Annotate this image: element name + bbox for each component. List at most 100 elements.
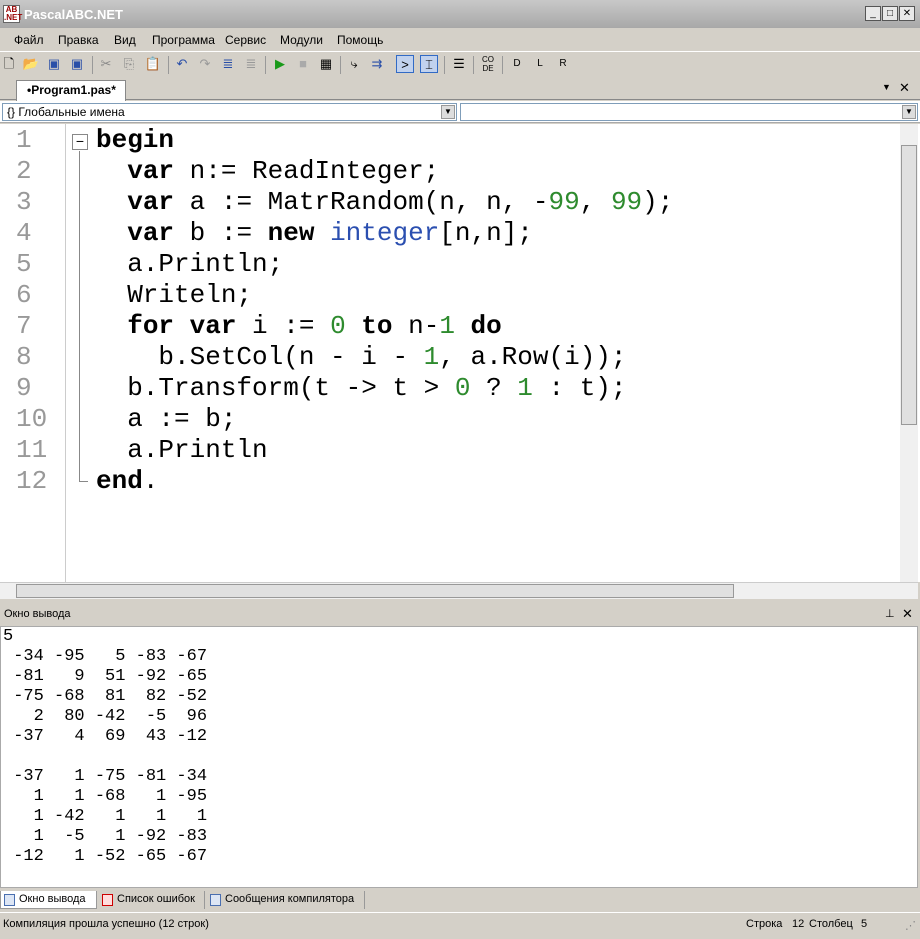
code-line[interactable]: var b := new integer[n,n]; bbox=[96, 218, 533, 248]
output-text[interactable]: 5 -34 -95 5 -83 -67 -81 9 51 -92 -65 -75… bbox=[0, 626, 918, 888]
line-number: 4 bbox=[16, 218, 32, 248]
menu-file[interactable]: Файл bbox=[14, 33, 44, 47]
tab-errors[interactable]: Список ошибок bbox=[99, 891, 205, 909]
vertical-scroll-thumb[interactable] bbox=[901, 145, 917, 425]
open-icon[interactable]: 📂 bbox=[22, 55, 40, 73]
code-line[interactable]: a := b; bbox=[96, 404, 236, 434]
code-line[interactable]: end. bbox=[96, 466, 158, 496]
code-token: . bbox=[142, 466, 159, 496]
resize-grip-icon[interactable]: ⋰ bbox=[905, 919, 916, 932]
compile-icon[interactable]: ▦ bbox=[317, 55, 335, 73]
output-panel-header: Окно вывода ⊥ ✕ bbox=[0, 605, 920, 625]
scope-select[interactable]: {} Глобальные имена ▼ bbox=[2, 103, 457, 121]
save-icon[interactable]: ▣ bbox=[45, 55, 63, 73]
code-token: n:= ReadInteger; bbox=[174, 156, 440, 186]
line-number: 8 bbox=[16, 342, 32, 372]
step-over-icon[interactable]: ⇉ bbox=[368, 55, 386, 73]
cut-icon[interactable]: ✂ bbox=[97, 55, 115, 73]
format-icon[interactable]: ≣ bbox=[219, 55, 237, 73]
chevron-down-icon[interactable]: ▼ bbox=[441, 105, 455, 119]
code-token: do bbox=[470, 311, 502, 341]
code-token: new bbox=[267, 218, 315, 248]
code-token: ? bbox=[470, 373, 518, 403]
menu-modules[interactable]: Модули bbox=[280, 33, 323, 47]
menu-view[interactable]: Вид bbox=[114, 33, 136, 47]
menu-edit[interactable]: Правка bbox=[58, 33, 99, 47]
code-token: 99 bbox=[548, 187, 580, 217]
code-token: begin bbox=[96, 125, 175, 155]
line-number: 6 bbox=[16, 280, 32, 310]
step-into-icon[interactable]: ⤷ bbox=[345, 55, 363, 73]
console-output-icon[interactable]: > bbox=[396, 55, 414, 73]
menu-program[interactable]: Программа bbox=[152, 33, 215, 47]
chevron-down-icon[interactable]: ▼ bbox=[902, 105, 916, 119]
status-message: Компиляция прошла успешно (12 строк) bbox=[3, 918, 209, 930]
tab-program1[interactable]: •Program1.pas* bbox=[16, 80, 126, 101]
redo-icon[interactable]: ↷ bbox=[196, 55, 214, 73]
code-line[interactable]: a.Println; bbox=[96, 249, 283, 279]
code-token: 1 bbox=[423, 342, 440, 372]
code-line[interactable]: var a := MatrRandom(n, n, -99, 99); bbox=[96, 187, 673, 217]
code-token: a := MatrRandom(n, n, - bbox=[174, 187, 549, 217]
line-number: 2 bbox=[16, 156, 32, 186]
stop-icon[interactable]: ■ bbox=[294, 55, 312, 73]
debug-d-icon[interactable]: D bbox=[508, 55, 526, 73]
menu-service[interactable]: Сервис bbox=[225, 33, 266, 47]
fold-line bbox=[79, 151, 80, 481]
code-line[interactable]: var n:= ReadInteger; bbox=[96, 156, 439, 186]
tab-output-label: Окно вывода bbox=[19, 893, 86, 905]
output-window-icon[interactable]: ⌶ bbox=[420, 55, 438, 73]
code-token: for bbox=[127, 311, 175, 341]
code-token: var bbox=[127, 218, 175, 248]
close-tab-icon[interactable]: ✕ bbox=[899, 80, 910, 96]
line-number: 11 bbox=[16, 435, 48, 465]
debug-r-icon[interactable]: R bbox=[554, 55, 572, 73]
code-line[interactable]: Writeln; bbox=[96, 280, 252, 310]
format2-icon[interactable]: ≣ bbox=[242, 55, 260, 73]
window-title: PascalABC.NET bbox=[24, 7, 123, 22]
code-line[interactable]: a.Println bbox=[96, 435, 267, 465]
fold-end bbox=[79, 481, 88, 482]
debug-l-icon[interactable]: L bbox=[531, 55, 549, 73]
row-value: 12 bbox=[792, 918, 805, 930]
horizontal-scroll-thumb[interactable] bbox=[16, 584, 734, 598]
save-all-icon[interactable]: ▣ bbox=[68, 55, 86, 73]
toolbar: 🗋 📂 ▣ ▣ ✂ ⎘ 📋 ↶ ↷ ≣ ≣ ▶ ■ ▦ ⤷ ⇉ > ⌶ ☰ CO… bbox=[0, 51, 920, 77]
code-token: a := b; bbox=[96, 404, 237, 434]
tab-output[interactable]: Окно вывода bbox=[0, 891, 97, 909]
minimize-button[interactable]: _ bbox=[865, 6, 881, 21]
run-icon[interactable]: ▶ bbox=[271, 55, 289, 73]
close-panel-icon[interactable]: ✕ bbox=[902, 606, 913, 622]
tab-list-icon[interactable]: ▼ bbox=[882, 82, 891, 92]
copy-icon[interactable]: ⎘ bbox=[120, 55, 138, 73]
code-line[interactable]: begin bbox=[96, 125, 174, 155]
code-template-icon[interactable]: CO DE bbox=[479, 55, 497, 73]
line-number: 5 bbox=[16, 249, 32, 279]
output-window-icon bbox=[4, 894, 15, 906]
new-file-icon[interactable]: 🗋 bbox=[0, 55, 18, 73]
paste-icon[interactable]: 📋 bbox=[144, 55, 162, 73]
code-line[interactable]: for var i := 0 to n-1 do bbox=[96, 311, 502, 341]
undo-icon[interactable]: ↶ bbox=[173, 55, 191, 73]
code-token: b.SetCol(n - i - bbox=[96, 342, 424, 372]
menu-help[interactable]: Помощь bbox=[337, 33, 383, 47]
fold-collapse-icon[interactable]: − bbox=[72, 134, 88, 150]
code-token: a.Println; bbox=[96, 249, 284, 279]
code-editor[interactable]: 1 2 3 4 5 6 7 8 9 10 11 12 − begin var n:= ReadInte… bbox=[0, 124, 920, 582]
line-number: 3 bbox=[16, 187, 32, 217]
code-line[interactable]: b.Transform(t -> t > 0 ? 1 : t); bbox=[96, 373, 626, 403]
tab-compiler-messages[interactable]: Сообщения компилятора bbox=[207, 891, 365, 909]
code-token: var bbox=[127, 187, 175, 217]
code-token: var bbox=[189, 311, 237, 341]
member-select[interactable]: ▼ bbox=[460, 103, 918, 121]
maximize-button[interactable]: □ bbox=[882, 6, 898, 21]
code-token: 99 bbox=[610, 187, 643, 217]
navigator-icon[interactable]: ☰ bbox=[450, 55, 468, 73]
pin-icon[interactable]: ⊥ bbox=[885, 607, 895, 620]
code-line[interactable]: b.SetCol(n - i - 1, a.Row(i)); bbox=[96, 342, 626, 372]
close-button[interactable]: ✕ bbox=[899, 6, 915, 21]
